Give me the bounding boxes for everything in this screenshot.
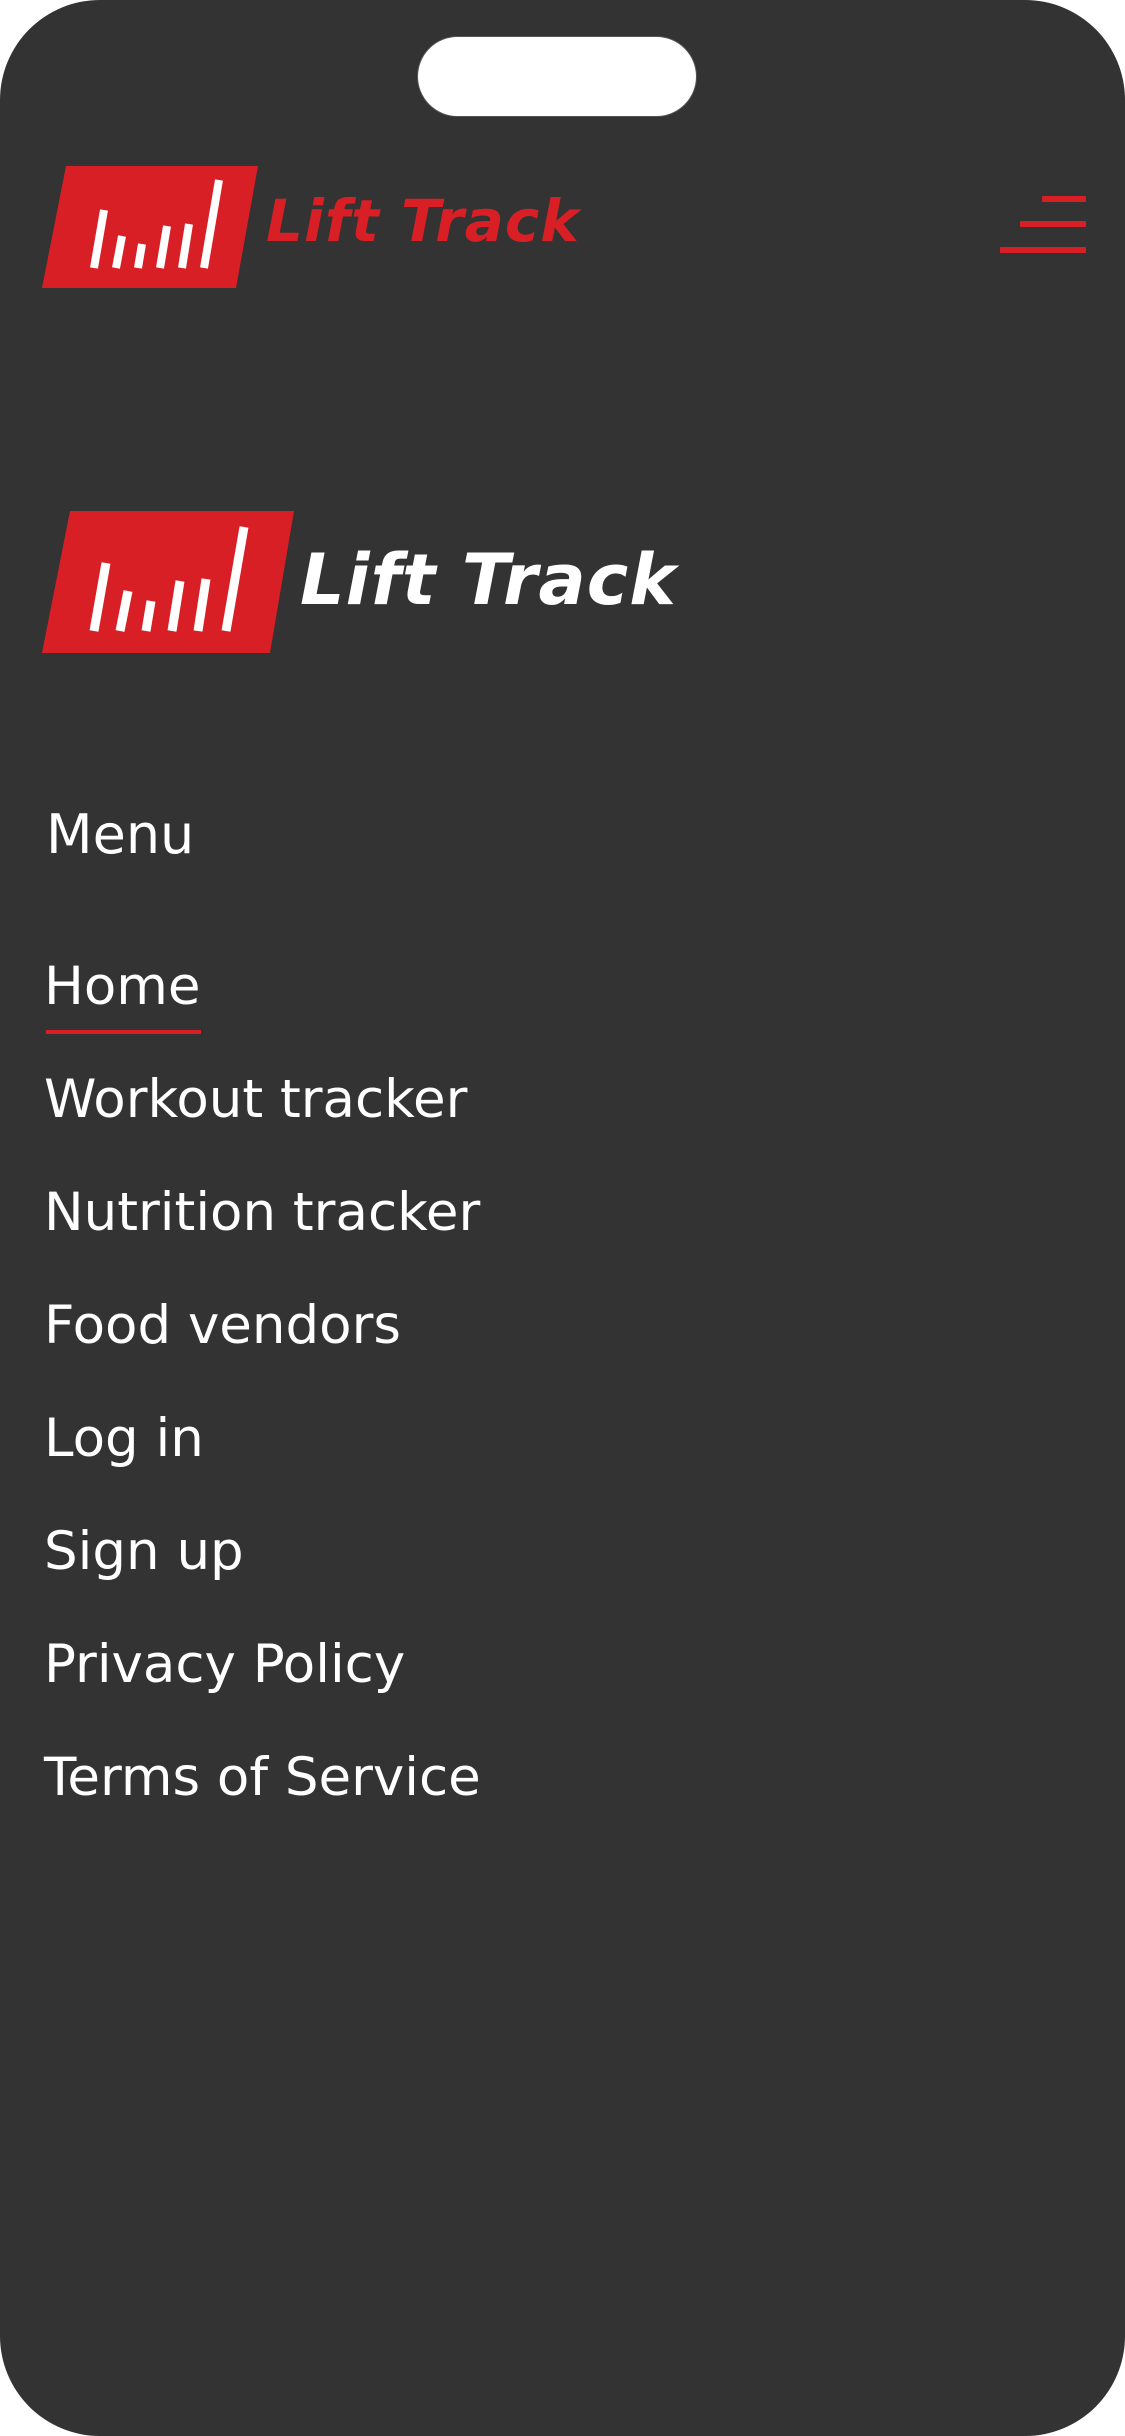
drawer-logo: Lift Track <box>42 511 677 653</box>
nav-item-label: Terms of Service <box>44 1747 481 1808</box>
nav-item-label: Sign up <box>44 1521 244 1582</box>
nav-item-label: Nutrition tracker <box>44 1182 481 1243</box>
nav-item-label: Food vendors <box>44 1295 401 1356</box>
nav-item-label: Workout tracker <box>44 1069 468 1130</box>
bar-chart-logo-icon <box>42 166 258 288</box>
header-logo[interactable]: Lift Track <box>42 166 580 288</box>
phone-screen: Lift Track Lift Track Menu Home Workout … <box>0 0 1125 2436</box>
nav-item-nutrition-tracker[interactable]: Nutrition tracker <box>44 1176 481 1289</box>
menu-heading: Menu <box>46 803 195 866</box>
nav-item-food-vendors[interactable]: Food vendors <box>44 1289 481 1402</box>
nav-item-label: Home <box>44 950 201 1034</box>
nav-item-label: Log in <box>44 1408 204 1469</box>
nav-item-home[interactable]: Home <box>44 950 481 1063</box>
nav-item-label: Privacy Policy <box>44 1634 406 1695</box>
nav-item-sign-up[interactable]: Sign up <box>44 1515 481 1628</box>
brand-name: Lift Track <box>266 187 580 255</box>
nav-menu: Home Workout tracker Nutrition tracker F… <box>44 950 481 1854</box>
hamburger-menu-icon[interactable] <box>1000 196 1086 256</box>
nav-item-terms-of-service[interactable]: Terms of Service <box>44 1741 481 1854</box>
nav-item-workout-tracker[interactable]: Workout tracker <box>44 1063 481 1176</box>
nav-item-privacy-policy[interactable]: Privacy Policy <box>44 1628 481 1741</box>
nav-item-log-in[interactable]: Log in <box>44 1402 481 1515</box>
dynamic-island <box>417 36 697 117</box>
bar-chart-logo-icon <box>42 511 294 653</box>
drawer-brand-name: Lift Track <box>300 539 677 621</box>
